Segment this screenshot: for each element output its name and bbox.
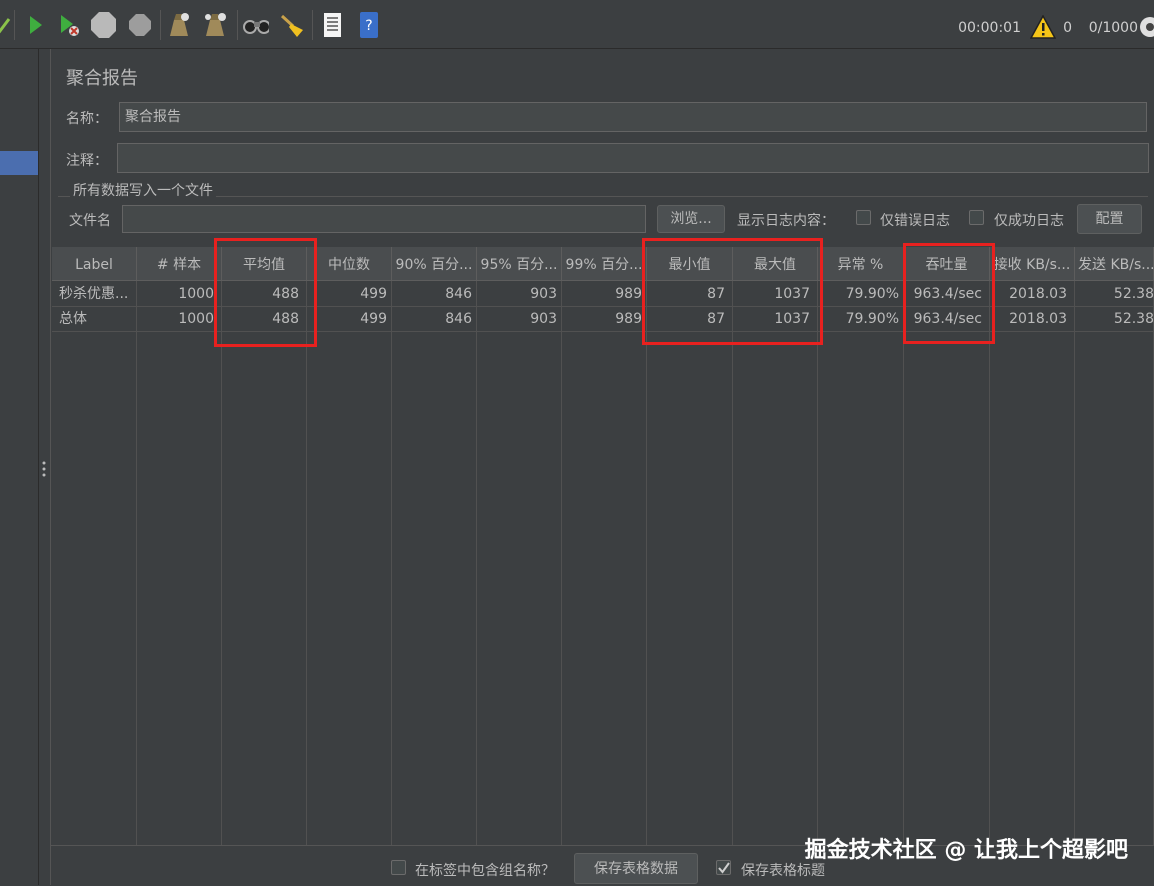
cell-label: 秒杀优惠... [59,286,129,302]
cell-received-kbs: 2018.03 [1009,311,1067,327]
watermark: 掘金技术社区 @ 让我上个超影吧 [804,838,1128,863]
cell-95-percentile: 903 [530,286,557,302]
header-received-kbs[interactable]: 接收 KB/s... [990,247,1075,281]
toolbar-separator [312,10,313,40]
splitter-handle[interactable] [41,460,47,480]
cell-sent-kbs: 52.38 [1113,311,1154,327]
success-only-label: 仅成功日志 [994,213,1064,229]
save-table-header-checkbox[interactable] [716,860,731,875]
cell-90-percentile: 846 [445,311,472,327]
comment-field[interactable] [117,143,1149,173]
header-90-percentile[interactable]: 90% 百分... [392,247,477,281]
cell-99-percentile: 989 [615,286,642,302]
toolbar-separator [160,10,161,40]
toolbar-separator [237,10,238,40]
header-99-percentile[interactable]: 99% 百分... [562,247,647,281]
cell-error-rate: 79.90% [845,311,899,327]
warning-count: 0 [1063,20,1072,36]
table-column [137,247,222,845]
table-column [52,247,137,845]
table-column [307,247,392,845]
include-group-name-checkbox[interactable] [391,860,406,875]
header-error-rate[interactable]: 异常 % [818,247,904,281]
configure-button[interactable]: 配置 [1077,204,1142,234]
reset-search-broom-icon[interactable] [279,12,305,38]
cell-median: 499 [360,311,387,327]
filename-label: 文件名 [69,213,111,229]
browse-button[interactable]: 浏览... [657,205,725,233]
cell-received-kbs: 2018.03 [1009,286,1067,302]
checkmark-icon[interactable] [0,12,14,38]
help-book-icon[interactable]: ? [356,12,382,38]
save-table-data-button[interactable]: 保存表格数据 [574,853,698,884]
throughput-highlight-box [903,243,995,344]
table-column [562,247,647,845]
comment-label: 注释： [66,153,108,169]
header-sent-kbs[interactable]: 发送 KB/s... [1075,247,1154,281]
search-binoculars-icon[interactable] [243,12,269,38]
table-column [392,247,477,845]
log-content-label: 显示日志内容： [737,213,835,229]
table-column [990,247,1075,845]
stop-icon[interactable] [90,12,116,38]
header-label[interactable]: Label [52,247,137,281]
header-95-percentile[interactable]: 95% 百分... [477,247,562,281]
page-title: 聚合报告 [66,68,138,89]
success-only-checkbox[interactable] [969,210,984,225]
include-group-name-label: 在标签中包含组名称？ [415,863,555,879]
start-no-pauses-icon[interactable] [56,12,82,38]
table-column [818,247,904,845]
start-icon[interactable] [22,12,48,38]
warning-icon[interactable] [1029,14,1057,43]
toolbar: ? 00:00:01 0 0/1000 [0,0,1154,49]
cell-samples: 1000 [178,311,214,327]
clear-all-icon[interactable] [202,12,228,38]
remote-globe-icon[interactable] [1138,16,1154,42]
file-group-border [58,196,1148,197]
header-samples[interactable]: # 样本 [137,247,222,281]
errors-only-checkbox[interactable] [856,210,871,225]
table-column [1075,247,1154,845]
table-column [477,247,562,845]
svg-text:?: ? [365,18,372,34]
elapsed-time: 00:00:01 [958,20,1021,36]
active-threads: 0/1000 [1088,20,1138,36]
cell-sent-kbs: 52.38 [1113,286,1154,302]
panel-divider [50,49,51,885]
clear-icon[interactable] [166,12,192,38]
filename-field[interactable] [122,205,646,233]
tree-selected-item[interactable] [0,151,38,175]
shutdown-icon[interactable] [127,12,153,38]
cell-error-rate: 79.90% [845,286,899,302]
function-helper-list-icon[interactable] [319,12,345,38]
name-field[interactable]: 聚合报告 [119,102,1147,132]
errors-only-label: 仅错误日志 [880,213,950,229]
file-group-label: 所有数据写入一个文件 [70,180,216,200]
cell-90-percentile: 846 [445,286,472,302]
cell-99-percentile: 989 [615,311,642,327]
toolbar-separator [14,10,15,40]
cell-median: 499 [360,286,387,302]
name-label: 名称： [66,111,108,127]
min-max-highlight-box [642,238,823,345]
average-highlight-box [214,238,317,347]
checkmark-icon [717,861,730,874]
cell-samples: 1000 [178,286,214,302]
header-median[interactable]: 中位数 [307,247,392,281]
cell-label: 总体 [59,311,87,327]
cell-95-percentile: 903 [530,311,557,327]
